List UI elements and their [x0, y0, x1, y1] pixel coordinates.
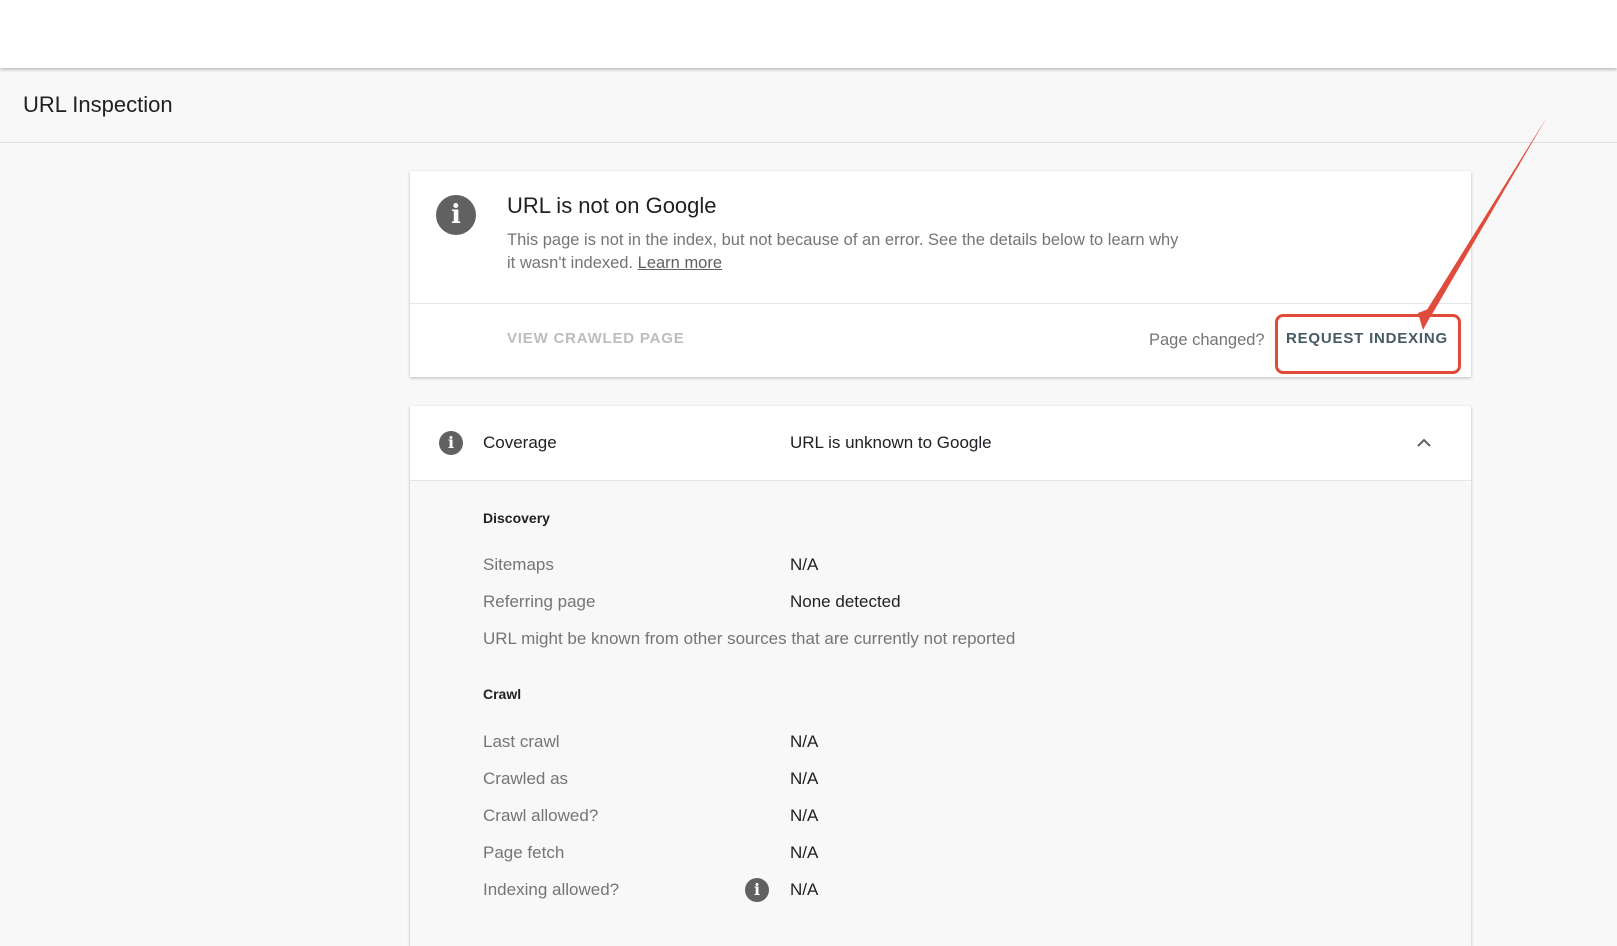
- crawled-as-label: Crawled as: [483, 769, 569, 788]
- status-description: This page is not in the index, but not b…: [507, 229, 1187, 275]
- page-fetch-label: Page fetch: [483, 843, 565, 862]
- status-title: URL is not on Google: [507, 193, 717, 218]
- page-header: URL Inspection: [0, 68, 1617, 143]
- coverage-header[interactable]: i Coverage URL is unknown to Google: [410, 406, 1471, 481]
- indexing-allowed-label: Indexing allowed?: [483, 880, 620, 899]
- page-fetch-value: N/A: [790, 843, 819, 862]
- discovery-note: URL might be known from other sources th…: [483, 629, 1016, 648]
- learn-more-link[interactable]: Learn more: [638, 254, 722, 272]
- coverage-card: i Coverage URL is unknown to Google Disc…: [410, 406, 1471, 946]
- indexing-allowed-value: N/A: [790, 880, 819, 899]
- page-title: URL Inspection: [23, 92, 173, 117]
- sitemaps-value: N/A: [790, 555, 819, 574]
- info-icon: i: [436, 195, 476, 235]
- coverage-value: URL is unknown to Google: [790, 433, 992, 452]
- crawl-allowed-label: Crawl allowed?: [483, 806, 599, 825]
- info-icon[interactable]: i: [745, 878, 769, 902]
- crawled-as-value: N/A: [790, 769, 819, 788]
- request-indexing-highlight: [1275, 314, 1461, 374]
- top-app-bar: [0, 0, 1617, 68]
- chevron-up-icon[interactable]: [1412, 431, 1436, 455]
- status-description-text: This page is not in the index, but not b…: [507, 231, 1179, 272]
- sitemaps-label: Sitemaps: [483, 555, 554, 574]
- coverage-label: Coverage: [483, 433, 557, 452]
- view-crawled-page-button[interactable]: VIEW CRAWLED PAGE: [507, 330, 685, 347]
- status-summary: i URL is not on Google This page is not …: [410, 171, 1471, 304]
- last-crawl-label: Last crawl: [483, 732, 560, 751]
- crawl-allowed-value: N/A: [790, 806, 819, 825]
- info-icon: i: [439, 431, 463, 455]
- discovery-section-title: Discovery: [483, 510, 550, 526]
- crawl-section-title: Crawl: [483, 686, 522, 702]
- referring-page-value: None detected: [790, 592, 901, 611]
- last-crawl-value: N/A: [790, 732, 819, 751]
- referring-page-label: Referring page: [483, 592, 596, 611]
- page-changed-label: Page changed?: [1149, 331, 1265, 349]
